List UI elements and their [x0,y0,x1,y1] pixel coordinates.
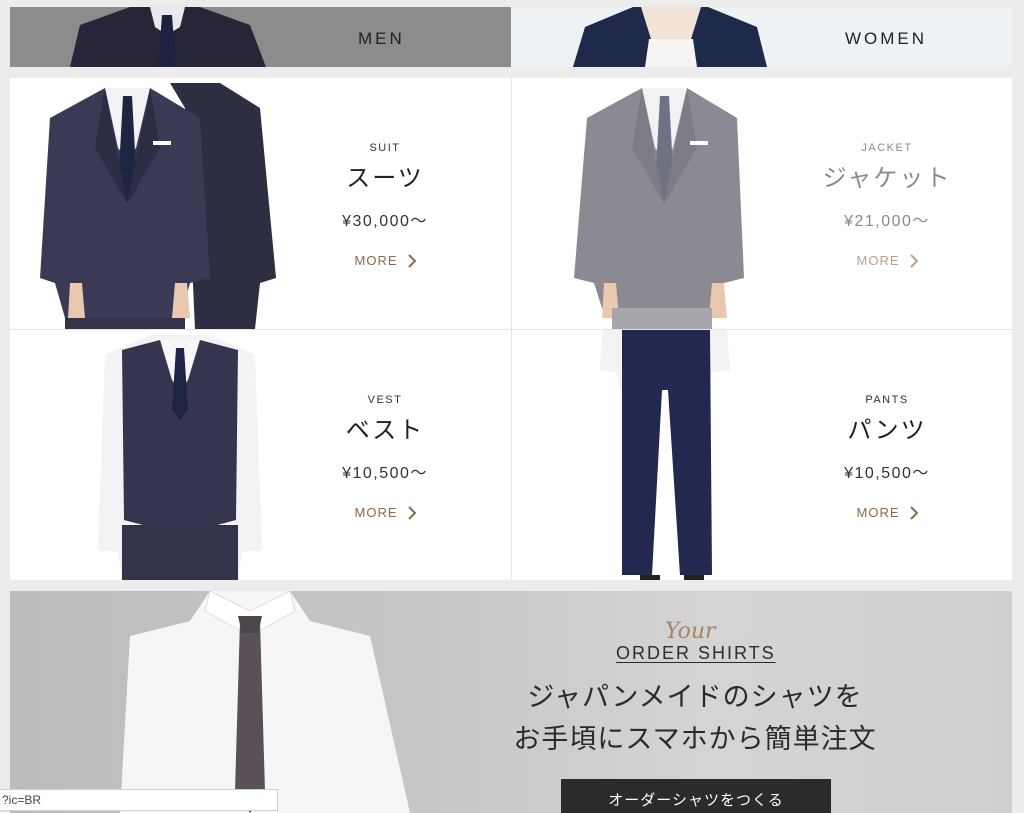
product-card-vest[interactable]: VEST ベスト ¥10,500〜 MORE [10,329,511,580]
jacket-info: JACKET ジャケット ¥21,000〜 MORE [812,142,962,270]
pants-image [600,330,730,580]
chevron-right-icon [909,253,918,268]
vest-price: ¥10,500〜 [342,465,428,482]
pants-ja-label: パンツ [847,416,927,444]
product-grid: SUIT スーツ ¥30,000〜 MORE JACKET ジャケット ¥21,… [10,78,1012,580]
jacket-more-label: MORE [856,253,900,268]
suit-price: ¥30,000〜 [342,213,428,230]
vest-more-link[interactable]: MORE [355,505,416,520]
pants-en-label: PANTS [865,394,909,406]
product-card-suit[interactable]: SUIT スーツ ¥30,000〜 MORE [10,78,511,329]
gender-tabs: MEN WOMEN [10,7,1012,67]
vest-info: VEST ベスト ¥10,500〜 MORE [310,394,460,522]
banner-headline-line2: お手頃にスマホから簡単注文 [513,724,877,755]
chevron-right-icon [407,505,416,520]
order-shirts-button[interactable]: オーダーシャツをつくる [561,779,831,813]
shirt-model-image [120,591,410,813]
suit-en-label: SUIT [369,142,401,154]
suit-ja-label: スーツ [346,164,424,192]
tab-men-label: MEN [358,29,405,48]
suit-more-label: MORE [354,253,398,268]
pants-more-link[interactable]: MORE [857,505,918,520]
pants-more-label: MORE [856,505,900,520]
chevron-right-icon [407,253,416,268]
status-url-bar: ?ic=BR [0,789,278,811]
product-card-pants[interactable]: PANTS パンツ ¥10,500〜 MORE [511,329,1012,580]
pants-info: PANTS パンツ ¥10,500〜 MORE [812,394,962,522]
banner-headline: ジャパンメイドのシャツを お手頃にスマホから簡単注文 [490,677,900,761]
tab-men[interactable]: MEN [10,7,511,67]
vest-image [98,335,262,580]
page: MEN WOMEN SUIT スーツ ¥30,000〜 MORE JACKET … [0,0,1024,813]
jacket-image [574,88,744,329]
pants-price: ¥10,500〜 [844,465,930,482]
suit-more-link[interactable]: MORE [355,253,416,268]
tab-women-label: WOMEN [845,29,928,48]
banner-script: Your [665,619,716,644]
men-model-image [70,7,266,67]
women-model-image [573,7,767,67]
jacket-ja-label: ジャケット [822,164,952,192]
jacket-price: ¥21,000〜 [844,213,930,230]
chevron-right-icon [909,505,918,520]
banner-headline-line1: ジャパンメイドのシャツを [527,682,863,713]
jacket-more-link[interactable]: MORE [857,253,918,268]
vest-en-label: VEST [367,394,403,406]
suit-info: SUIT スーツ ¥30,000〜 MORE [310,142,460,270]
vest-ja-label: ベスト [345,416,425,444]
suit-image [40,83,276,329]
vest-more-label: MORE [354,505,398,520]
jacket-en-label: JACKET [861,142,913,154]
order-shirts-banner[interactable]: Your ORDER SHIRTS ジャパンメイドのシャツを お手頃にスマホから… [10,591,1012,813]
banner-kicker: ORDER SHIRTS [616,643,776,663]
product-card-jacket[interactable]: JACKET ジャケット ¥21,000〜 MORE [511,78,1012,329]
tab-women[interactable]: WOMEN [511,7,1012,67]
